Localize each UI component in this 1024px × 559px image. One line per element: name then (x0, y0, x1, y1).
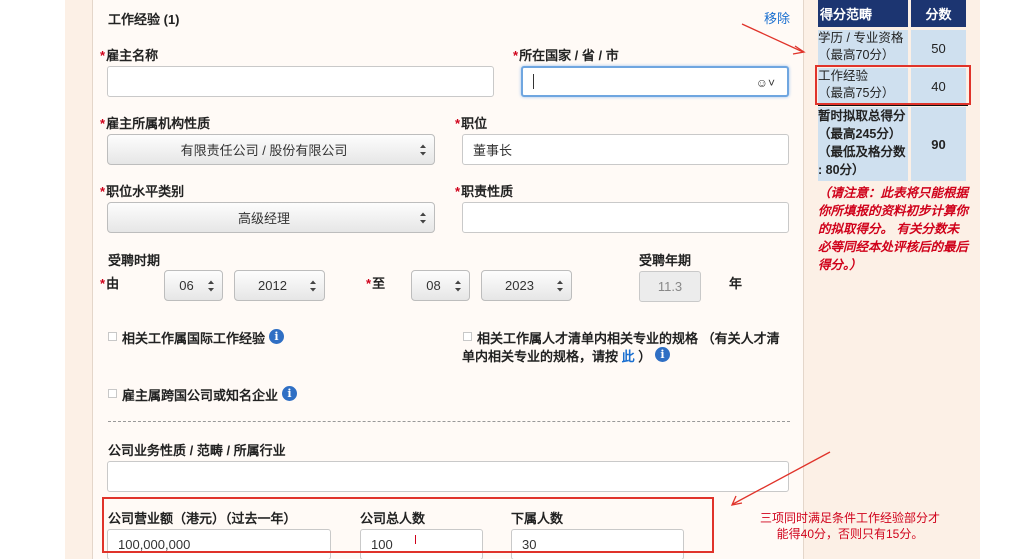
contact-autofill-icon[interactable]: ☺˅ (756, 76, 775, 90)
talent-info-icon[interactable]: i (655, 347, 670, 362)
level-value: 高级经理 (237, 211, 290, 226)
to-year-value: 2023 (505, 278, 534, 293)
period-label: 受聘时期 (108, 253, 161, 268)
from-label: *由 (100, 276, 120, 291)
org-nature-label: *雇主所属机构性质 (100, 116, 211, 131)
select-arrows-icon (310, 280, 316, 291)
from-month-value: 06 (179, 278, 194, 293)
section-title: 工作经验 (1) (108, 12, 180, 27)
talent-list-checkbox[interactable] (463, 332, 472, 341)
to-year-select[interactable]: 2023 (481, 270, 572, 301)
annotation-note: 三项同时满足条件工作经验部分才 能得40分，否则只有15分。 (759, 511, 940, 541)
remove-link[interactable]: 移除 (764, 8, 790, 27)
business-input[interactable] (107, 461, 789, 492)
years-label: 受聘年期 (639, 253, 692, 268)
level-select[interactable]: 高级经理 (107, 202, 435, 233)
score-table-head-range: 得分范畴 (818, 0, 908, 27)
intl-experience-checkbox[interactable] (108, 332, 117, 341)
select-arrows-icon (420, 212, 426, 223)
location-label: *所在国家 / 省 / 市 (513, 48, 619, 63)
score-value-total: 90 (911, 107, 966, 181)
score-row-education: 学历 / 专业资格 （最高70分） (818, 30, 908, 66)
text-cursor (533, 74, 534, 89)
multinational-label: 雇主属跨国公司或知名企业 (122, 388, 279, 403)
from-year-select[interactable]: 2012 (234, 270, 325, 301)
org-nature-select[interactable]: 有限责任公司 / 股份有限公司 (107, 134, 435, 165)
to-label: *至 (366, 276, 386, 291)
position-label: *职位 (455, 116, 488, 131)
score-table-head-score: 分数 (911, 0, 966, 27)
position-input[interactable]: 董事长 (462, 134, 789, 165)
duty-input[interactable] (462, 202, 789, 233)
years-field: 11.3 (639, 271, 701, 302)
section-divider (108, 421, 790, 422)
score-value-education: 50 (911, 30, 966, 66)
multinational-checkbox[interactable] (108, 389, 117, 398)
score-disclaimer: （请注意：此表将只能根据你所填报的资料初步计算你的拟取得分。 有关分数未必等同经… (818, 186, 969, 272)
revenue-highlight-box (102, 497, 714, 553)
talent-list-label-line1: 相关工作属人才清单内相关专业的规格 （有关人才清 (477, 331, 780, 346)
select-arrows-icon (420, 144, 426, 155)
intl-info-icon[interactable]: i (269, 329, 284, 344)
select-arrows-icon (455, 280, 461, 291)
org-nature-value: 有限责任公司 / 股份有限公司 (180, 143, 348, 158)
from-month-select[interactable]: 06 (164, 270, 223, 301)
location-input[interactable]: ☺˅ (521, 66, 789, 97)
business-label: 公司业务性质 / 范畴 / 所属行业 (108, 443, 286, 458)
intl-experience-label: 相关工作属国际工作经验 (122, 331, 266, 346)
from-year-value: 2012 (258, 278, 287, 293)
talent-list-link[interactable]: 此 (622, 349, 635, 364)
work-score-highlight-box (815, 65, 971, 105)
select-arrows-icon (557, 280, 563, 291)
duty-label: *职责性质 (455, 184, 514, 199)
years-unit: 年 (729, 276, 743, 291)
multinational-info-icon[interactable]: i (282, 386, 297, 401)
to-month-select[interactable]: 08 (411, 270, 470, 301)
level-label: *职位水平类别 (100, 184, 185, 199)
to-month-value: 08 (426, 278, 441, 293)
employer-label: *雇主名称 (100, 48, 159, 63)
select-arrows-icon (208, 280, 214, 291)
employer-input[interactable] (107, 66, 494, 97)
talent-list-label-line2: 单内相关专业的规格，请按 此 ） (462, 349, 652, 364)
score-row-total: 暂时拟取总得分 （最高245分） （最低及格分数 : 80分） (818, 107, 908, 181)
